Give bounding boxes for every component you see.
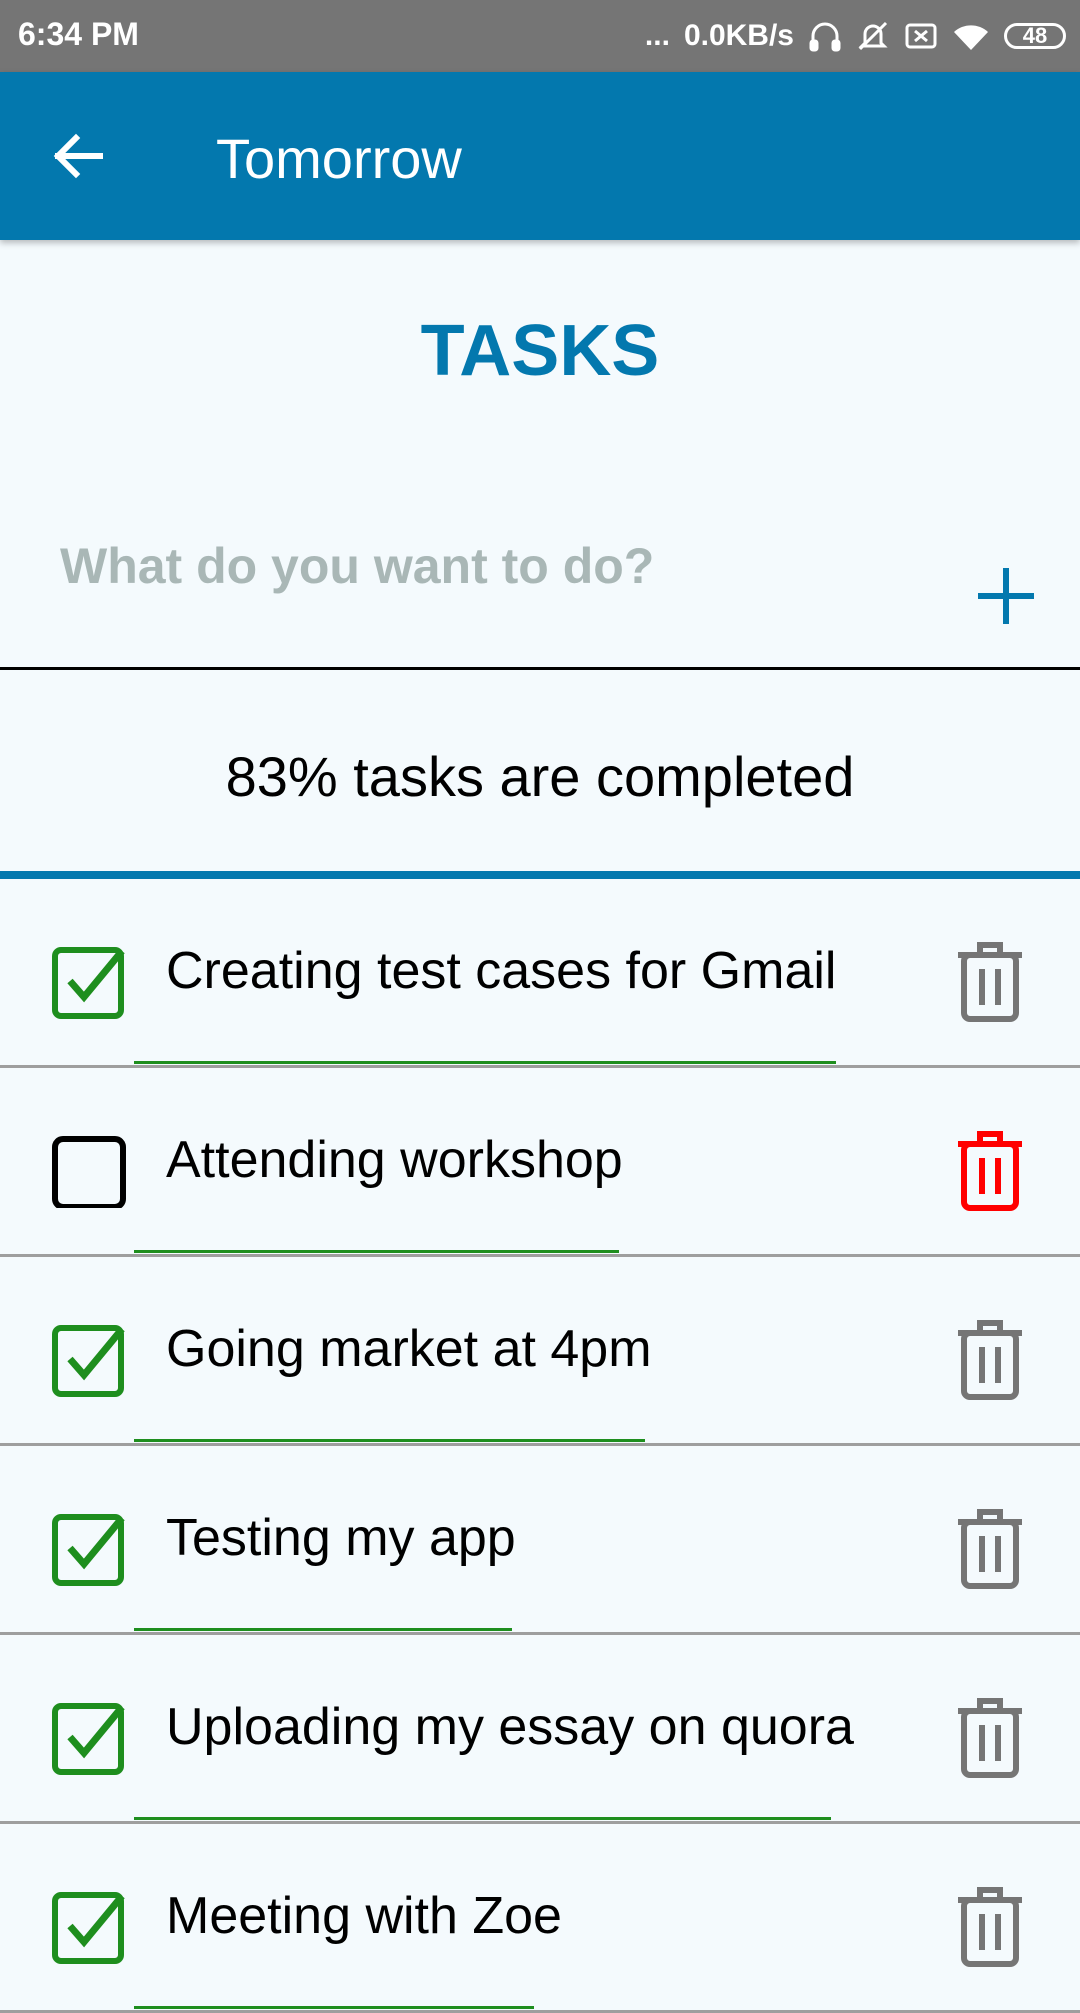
checkbox-checked[interactable] <box>52 1321 128 1397</box>
task-label: Going market at 4pm <box>166 1320 652 1378</box>
delete-task-button[interactable] <box>950 1126 1030 1214</box>
trash-icon <box>958 1698 1022 1778</box>
task-row[interactable]: Creating test cases for Gmail <box>0 879 1080 1068</box>
progress-fill <box>0 871 1080 879</box>
status-time: 6:34 PM <box>18 16 139 52</box>
checkbox-checked[interactable] <box>52 943 128 1019</box>
status-icons: ... 0.0KB/s 48 <box>645 14 1066 58</box>
task-underline <box>134 1250 619 1253</box>
trash-icon <box>958 1320 1022 1400</box>
checkbox-checked[interactable] <box>52 1888 128 1964</box>
add-task-button[interactable] <box>966 556 1046 636</box>
task-row[interactable]: Going market at 4pm <box>0 1257 1080 1446</box>
trash-icon <box>958 942 1022 1022</box>
task-input[interactable] <box>60 526 920 606</box>
back-button[interactable] <box>38 116 118 196</box>
task-label: Meeting with Zoe <box>166 1887 562 1945</box>
checkbox-checked-icon <box>52 947 125 1019</box>
checkbox-unchecked[interactable] <box>52 1132 128 1210</box>
app-bar: Tomorrow <box>0 72 1080 240</box>
divider <box>0 667 1080 670</box>
trash-icon <box>958 1887 1022 1967</box>
status-bar: 6:34 PM ... 0.0KB/s 48 <box>0 0 1080 72</box>
wifi-icon <box>954 25 988 50</box>
checkbox-empty-icon <box>52 1136 126 1210</box>
checkbox-checked[interactable] <box>52 1510 128 1586</box>
network-speed: 0.0KB/s <box>683 19 794 52</box>
task-row[interactable]: Testing my app <box>0 1446 1080 1635</box>
delete-task-button[interactable] <box>950 1693 1030 1781</box>
checkbox-checked-icon <box>52 1325 125 1397</box>
task-row[interactable]: Uploading my essay on quora <box>0 1635 1080 1824</box>
task-underline <box>134 1628 512 1631</box>
progress-bar <box>0 871 1080 879</box>
task-underline <box>134 1061 836 1064</box>
task-underline <box>134 1817 831 1820</box>
more-notifications-icon: ... <box>644 19 670 52</box>
trash-icon <box>958 1509 1022 1589</box>
checkbox-checked-icon <box>52 1892 125 1964</box>
checkbox-checked-icon <box>52 1514 125 1586</box>
delete-task-button[interactable] <box>950 937 1030 1025</box>
page-title: Tomorrow <box>216 127 462 190</box>
tasks-heading: TASKS <box>420 311 660 391</box>
delete-task-button[interactable] <box>950 1504 1030 1592</box>
task-label: Attending workshop <box>166 1131 623 1189</box>
checkbox-checked[interactable] <box>52 1699 128 1775</box>
trash-icon <box>958 1131 1022 1211</box>
task-list: Creating test cases for Gmail Attending w… <box>0 879 1080 2013</box>
delete-task-button[interactable] <box>950 1882 1030 1970</box>
checkbox-checked-icon <box>52 1703 125 1775</box>
battery-icon: 48 <box>1004 23 1066 49</box>
task-underline <box>134 1439 645 1442</box>
delete-task-button[interactable] <box>950 1315 1030 1403</box>
task-underline <box>134 2006 534 2009</box>
task-label: Uploading my essay on quora <box>166 1698 854 1756</box>
sim-x-icon <box>905 23 937 49</box>
task-label: Testing my app <box>166 1509 516 1567</box>
bell-muted-icon <box>858 21 888 51</box>
task-label: Creating test cases for Gmail <box>166 942 837 1000</box>
arrow-left-icon <box>53 133 103 179</box>
headset-icon <box>809 22 841 52</box>
plus-icon <box>978 568 1034 624</box>
task-row[interactable]: Attending workshop <box>0 1068 1080 1257</box>
task-row[interactable]: Meeting with Zoe <box>0 1824 1080 2013</box>
progress-text: 83% tasks are completed <box>225 745 855 808</box>
